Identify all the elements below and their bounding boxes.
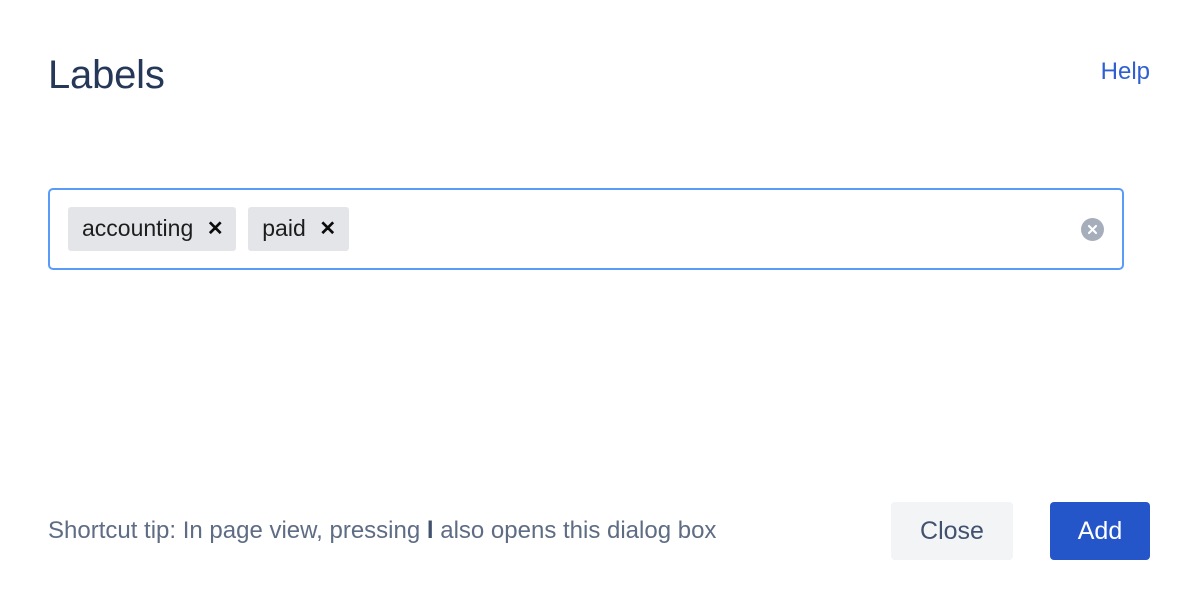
shortcut-key: l <box>426 516 434 544</box>
tag-label: paid <box>262 215 306 242</box>
labels-text-entry[interactable] <box>360 211 1069 247</box>
tag-chip[interactable]: accounting ✕ <box>68 207 237 251</box>
shortcut-tip-suffix: also opens this dialog box <box>433 516 717 544</box>
tag-remove-icon[interactable]: ✕ <box>319 219 336 239</box>
labels-tag-input[interactable]: accounting ✕ paid ✕ <box>48 188 1124 270</box>
shortcut-tip-prefix: Shortcut tip: In page view, pressing <box>48 516 427 544</box>
footer-actions: Close Add <box>891 502 1150 560</box>
page-title: Labels <box>48 53 165 97</box>
tag-chip[interactable]: paid ✕ <box>248 207 349 251</box>
labels-field-wrapper: accounting ✕ paid ✕ <box>48 188 1124 270</box>
close-button[interactable]: Close <box>891 502 1013 560</box>
tag-label: accounting <box>82 215 194 242</box>
shortcut-tip: Shortcut tip: In page view, pressing l a… <box>48 517 716 546</box>
help-link[interactable]: Help <box>1101 58 1150 87</box>
tag-list: accounting ✕ paid ✕ <box>68 207 1069 251</box>
dialog-header: Labels Help <box>48 44 1150 106</box>
labels-dialog: Labels Help accounting ✕ paid ✕ Shortcut… <box>0 0 1196 608</box>
tag-remove-icon[interactable]: ✕ <box>207 219 224 239</box>
dialog-footer: Shortcut tip: In page view, pressing l a… <box>48 501 1150 561</box>
clear-circle-icon[interactable] <box>1081 217 1104 241</box>
add-button[interactable]: Add <box>1050 502 1150 560</box>
